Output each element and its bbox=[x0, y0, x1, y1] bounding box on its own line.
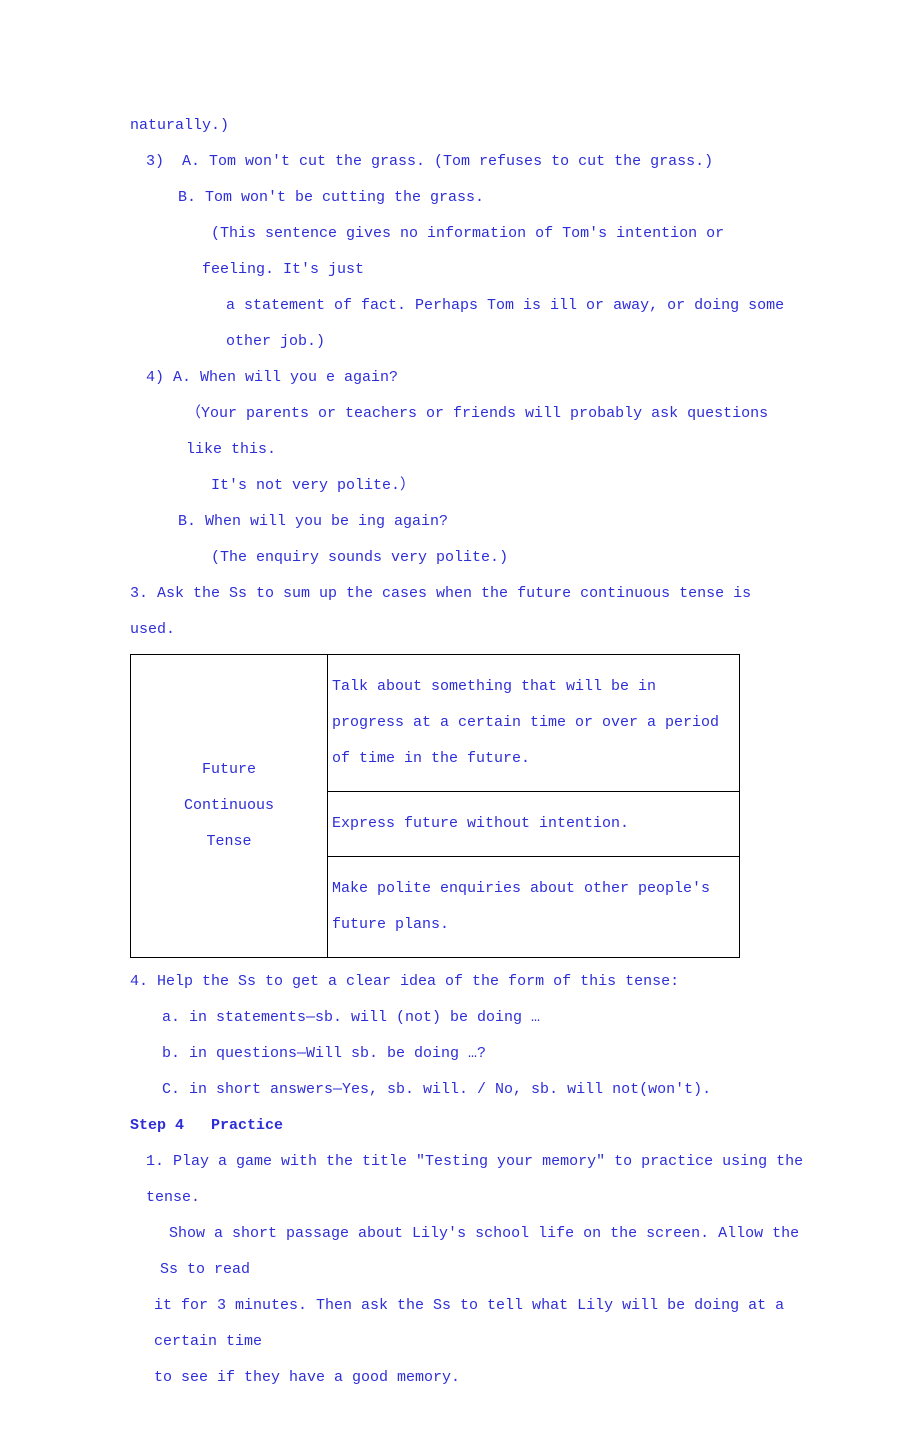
text-line: B. When will you be ing again? bbox=[130, 504, 805, 540]
grammar-table: Future Continuous Tense Talk about somet… bbox=[130, 654, 740, 958]
table-left-line: Tense bbox=[135, 824, 323, 860]
text-line: to see if they have a good memory. bbox=[130, 1360, 805, 1396]
text-line: It's not very polite.） bbox=[130, 468, 805, 504]
table-right-cell: Talk about something that will be in pro… bbox=[328, 655, 740, 792]
table-row: Future Continuous Tense Talk about somet… bbox=[131, 655, 740, 792]
text-line: B. Tom won't be cutting the grass. bbox=[130, 180, 805, 216]
text-line: 3) A. Tom won't cut the grass. (Tom refu… bbox=[130, 144, 805, 180]
table-right-cell: Make polite enquiries about other people… bbox=[328, 857, 740, 958]
step-heading: Step 4 Practice bbox=[130, 1108, 805, 1144]
text-line: it for 3 minutes. Then ask the Ss to tel… bbox=[130, 1288, 805, 1360]
text-line: (This sentence gives no information of T… bbox=[130, 216, 805, 288]
text-line: 3. Ask the Ss to sum up the cases when t… bbox=[130, 576, 805, 648]
text-line: (The enquiry sounds very polite.) bbox=[130, 540, 805, 576]
table-left-cell: Future Continuous Tense bbox=[131, 655, 328, 958]
text-line: 4. Help the Ss to get a clear idea of th… bbox=[130, 964, 805, 1000]
text-line: b. in questions—Will sb. be doing …? bbox=[130, 1036, 805, 1072]
table-left-line: Continuous bbox=[135, 788, 323, 824]
text-line: C. in short answers—Yes, sb. will. / No,… bbox=[130, 1072, 805, 1108]
text-line: 1. Play a game with the title "Testing y… bbox=[130, 1144, 805, 1216]
document-page: naturally.) 3) A. Tom won't cut the gras… bbox=[0, 0, 920, 1456]
text-line: Show a short passage about Lily's school… bbox=[130, 1216, 805, 1288]
text-line: （Your parents or teachers or friends wil… bbox=[130, 396, 805, 468]
text-line: a. in statements—sb. will (not) be doing… bbox=[130, 1000, 805, 1036]
text-line: 4) A. When will you e again? bbox=[130, 360, 805, 396]
table-right-cell: Express future without intention. bbox=[328, 792, 740, 857]
text-line: naturally.) bbox=[130, 108, 805, 144]
text-line: a statement of fact. Perhaps Tom is ill … bbox=[130, 288, 805, 360]
table-left-line: Future bbox=[135, 752, 323, 788]
